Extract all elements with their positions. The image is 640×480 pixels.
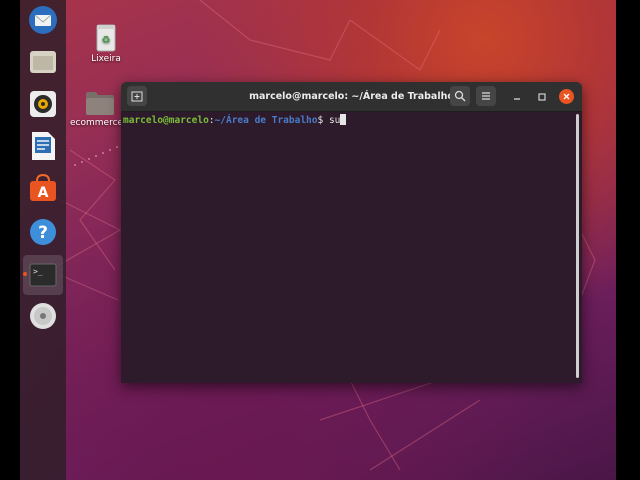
desktop-icon-label: Lixeira [91,54,121,64]
ubuntu-software-icon: A [30,173,56,201]
menu-button[interactable] [476,86,496,106]
maximize-icon [537,92,546,101]
trash-icon: ♻ [96,24,116,52]
dvd-icon [30,303,56,329]
dock-item-files[interactable] [25,44,61,80]
rhythmbox-icon [30,91,56,117]
dock-item-thunderbird[interactable] [25,2,61,38]
search-icon [454,90,466,102]
dock-item-terminal[interactable]: >_ [23,255,63,295]
libreoffice-writer-icon [32,132,55,160]
scrollbar[interactable] [576,114,579,378]
dock-item-writer[interactable] [25,128,61,164]
svg-text:>_: >_ [33,267,43,276]
text-cursor [340,114,347,125]
dock-item-rhythmbox[interactable] [25,86,61,122]
terminal-body[interactable]: marcelo@marcelo:~/Área de Trabalho$ su [121,112,582,383]
thunderbird-icon [29,6,57,34]
dock-item-software[interactable]: A [25,170,61,206]
new-tab-button[interactable] [127,86,147,106]
close-button[interactable] [559,89,574,104]
hamburger-menu-icon [482,92,490,100]
close-icon [563,93,570,100]
dock-item-dvd[interactable] [25,298,61,334]
dock: A ? >_ [20,0,66,480]
prompt-user: marcelo@marcelo [123,115,209,126]
maximize-button[interactable] [534,89,549,104]
prompt-path: ~/Área de Trabalho [214,115,318,126]
svg-text:?: ? [38,223,48,243]
desktop-icon-trash[interactable]: ♻ Lixeira [88,24,124,64]
search-button[interactable] [450,86,470,106]
svg-text:A: A [38,185,49,201]
prompt-line: marcelo@marcelo:~/Área de Trabalho$ su [123,114,347,126]
terminal-window[interactable]: marcelo@marcelo: ~/Área de Trabalho marc… [121,82,582,383]
dock-item-help[interactable]: ? [25,214,61,250]
active-indicator [23,272,27,276]
minimize-icon [513,97,520,100]
minimize-button[interactable] [509,89,524,104]
terminal-icon: >_ [29,263,57,287]
command-text: su [328,115,341,126]
svg-text:♻: ♻ [102,35,111,46]
prompt-symbol: $ [317,115,329,126]
new-tab-icon [131,91,143,102]
help-icon: ? [30,219,56,245]
files-icon [30,51,56,73]
folder-icon [86,92,114,115]
terminal-titlebar[interactable]: marcelo@marcelo: ~/Área de Trabalho [121,82,582,112]
window-title: marcelo@marcelo: ~/Área de Trabalho [249,91,454,102]
